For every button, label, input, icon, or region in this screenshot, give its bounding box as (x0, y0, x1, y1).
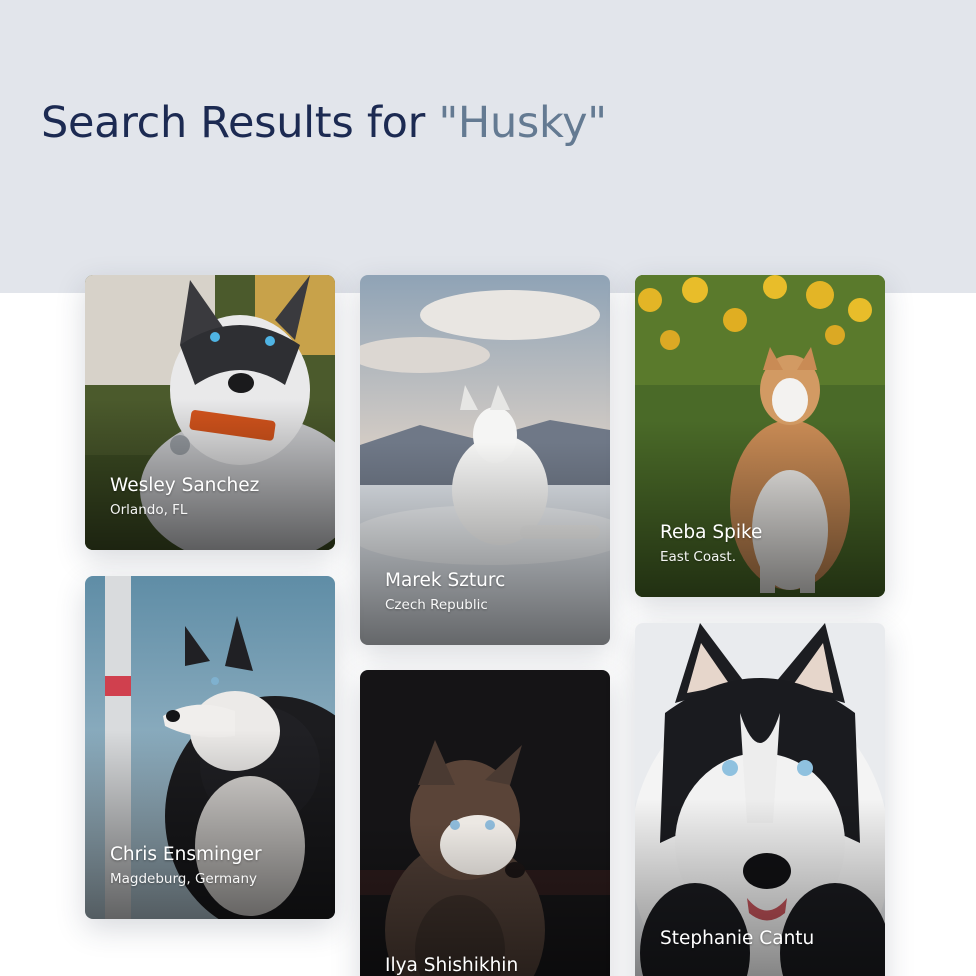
card-caption: Stephanie Cantu (660, 927, 870, 953)
card-caption: Chris Ensminger Magdeburg, Germany (110, 843, 320, 889)
photo-gradient-overlay (85, 730, 335, 919)
photographer-name: Chris Ensminger (110, 844, 262, 865)
page-title: Search Results for "Husky" (41, 98, 607, 148)
card-caption: Wesley Sanchez Orlando, FL (110, 474, 320, 520)
card-caption: Ilya Shishikhin (385, 954, 595, 976)
photographer-name: Ilya Shishikhin (385, 955, 519, 976)
result-card[interactable]: Reba Spike East Coast. (635, 275, 885, 597)
card-caption: Marek Szturc Czech Republic (385, 569, 595, 615)
card-caption: Reba Spike East Coast. (660, 521, 870, 567)
photographer-name: Stephanie Cantu (660, 928, 815, 949)
result-card[interactable]: Ilya Shishikhin (360, 670, 610, 976)
photo-gradient-overlay (635, 419, 885, 597)
photographer-location: Magdeburg, Germany (110, 871, 258, 887)
search-query: "Husky" (438, 98, 607, 148)
photographer-location: East Coast. (660, 549, 736, 565)
photographer-name: Wesley Sanchez (110, 475, 260, 496)
photographer-location: Orlando, FL (110, 502, 188, 518)
result-card[interactable]: Stephanie Cantu (635, 623, 885, 976)
photographer-name: Reba Spike (660, 522, 763, 543)
result-card[interactable]: Wesley Sanchez Orlando, FL (85, 275, 335, 550)
result-card[interactable]: Marek Szturc Czech Republic (360, 275, 610, 645)
result-card[interactable]: Chris Ensminger Magdeburg, Germany (85, 576, 335, 919)
page-title-prefix: Search Results for (41, 98, 439, 148)
photographer-location: Czech Republic (385, 597, 488, 613)
photographer-name: Marek Szturc (385, 570, 506, 591)
